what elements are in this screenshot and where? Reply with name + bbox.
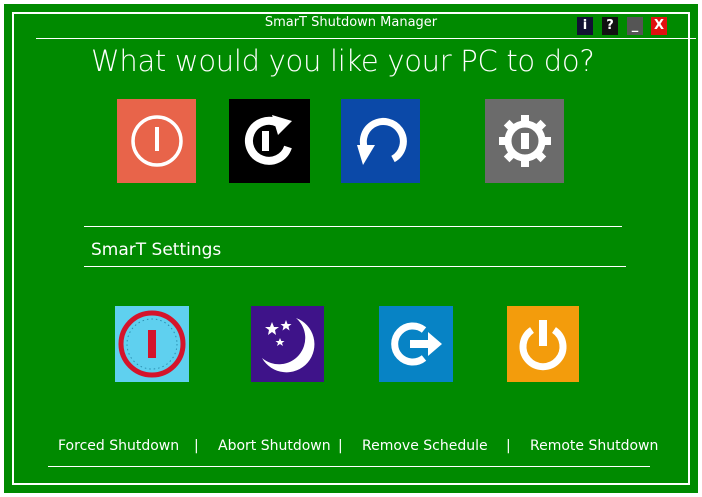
timer-button[interactable]: [115, 306, 189, 382]
close-button[interactable]: X: [651, 17, 667, 35]
section-divider-top: [84, 226, 622, 227]
settings-button[interactable]: [485, 99, 564, 183]
title-divider: [36, 38, 696, 39]
link-separator: |: [506, 438, 511, 454]
window-title: SmarT Shutdown Manager: [264, 15, 438, 30]
logoff-button[interactable]: [379, 306, 453, 382]
link-separator: |: [194, 438, 199, 454]
section-title: SmarT Settings: [91, 240, 222, 260]
shutdown-button[interactable]: [117, 99, 196, 183]
remove-schedule-link[interactable]: Remove Schedule: [362, 438, 488, 454]
standby-button[interactable]: [507, 306, 579, 382]
gear-icon: [498, 115, 551, 167]
moon-stars-icon: [261, 318, 314, 373]
abort-shutdown-link[interactable]: Abort Shutdown: [218, 438, 331, 454]
standby-icon: [519, 320, 567, 371]
footer-divider: [48, 466, 650, 467]
restart-icon: [244, 115, 292, 165]
remote-shutdown-link[interactable]: Remote Shutdown: [530, 438, 658, 454]
minimize-button[interactable]: _: [627, 17, 643, 35]
section-divider-bottom: [84, 266, 626, 267]
restart-button[interactable]: [229, 99, 310, 183]
power-icon: [130, 115, 183, 167]
page-title: What would you like your PC to do?: [91, 44, 595, 78]
forced-shutdown-link[interactable]: Forced Shutdown: [58, 438, 179, 454]
logoff-icon: [391, 322, 442, 366]
refresh-button[interactable]: [341, 99, 420, 183]
app-window: SmarT Shutdown Manager i ? _ X What woul…: [0, 0, 702, 497]
timer-icon: [118, 310, 186, 378]
info-button[interactable]: i: [577, 17, 593, 35]
window-frame: SmarT Shutdown Manager i ? _ X What woul…: [4, 4, 698, 493]
help-button[interactable]: ?: [602, 17, 618, 35]
refresh-icon: [356, 118, 407, 165]
sleep-button[interactable]: [251, 306, 324, 382]
link-separator: |: [338, 438, 343, 454]
